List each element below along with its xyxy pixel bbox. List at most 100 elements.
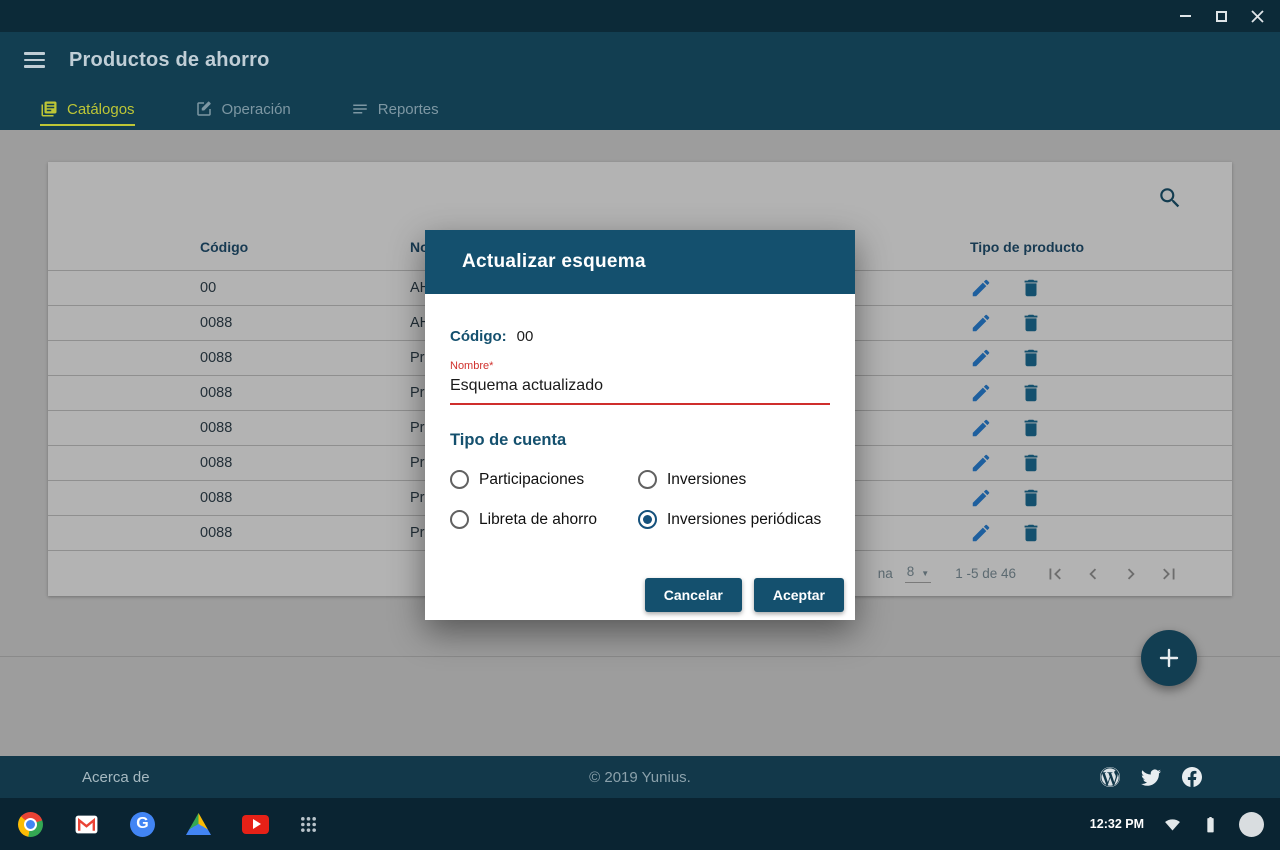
- section-divider: [0, 656, 1280, 657]
- codigo-value: 00: [517, 328, 534, 345]
- header-tipo-producto: Tipo de producto: [970, 239, 1084, 255]
- radio-libreta-de-ahorro[interactable]: Libreta de ahorro: [450, 510, 638, 529]
- radio-icon: [450, 510, 469, 529]
- first-page-icon: [1044, 563, 1066, 585]
- facebook-icon[interactable]: [1182, 767, 1202, 787]
- radio-inversiones-periodicas[interactable]: Inversiones periódicas: [638, 510, 830, 529]
- app-header: Productos de ahorro Catálogos Operación …: [0, 32, 1280, 130]
- drive-icon[interactable]: [186, 813, 211, 835]
- cancel-button[interactable]: Cancelar: [645, 578, 742, 612]
- cell-codigo: 0088: [200, 350, 232, 366]
- delete-button[interactable]: [1020, 522, 1042, 544]
- trash-icon: [1020, 382, 1042, 404]
- first-page-button[interactable]: [1044, 563, 1066, 585]
- last-page-icon: [1158, 563, 1180, 585]
- delete-button[interactable]: [1020, 452, 1042, 474]
- radio-participaciones[interactable]: Participaciones: [450, 470, 638, 489]
- chrome-icon[interactable]: [18, 812, 43, 837]
- radio-inversiones[interactable]: Inversiones: [638, 470, 830, 489]
- page-size-label: na: [878, 566, 893, 581]
- tab-reportes[interactable]: Reportes: [351, 88, 439, 130]
- edit-button[interactable]: [970, 522, 992, 544]
- page-size-select[interactable]: 8 ▼: [905, 564, 931, 583]
- chevron-right-icon: [1120, 563, 1142, 585]
- about-link[interactable]: Acerca de: [82, 769, 150, 786]
- header-codigo: Código: [200, 239, 248, 255]
- edit-icon: [970, 312, 992, 334]
- apps-grid-icon[interactable]: [300, 816, 317, 833]
- cell-codigo: 0088: [200, 385, 232, 401]
- dialog-title: Actualizar esquema: [462, 251, 646, 273]
- cell-codigo: 0088: [200, 420, 232, 436]
- codigo-label: Código:: [450, 328, 507, 345]
- search-button[interactable]: [1156, 184, 1184, 212]
- delete-button[interactable]: [1020, 312, 1042, 334]
- accept-button[interactable]: Aceptar: [754, 578, 844, 612]
- trash-icon: [1020, 277, 1042, 299]
- previous-page-button[interactable]: [1082, 563, 1104, 585]
- close-icon: [1251, 10, 1264, 23]
- twitter-icon[interactable]: [1141, 767, 1161, 787]
- trash-icon: [1020, 417, 1042, 439]
- edit-icon: [970, 382, 992, 404]
- gmail-icon[interactable]: [74, 812, 99, 837]
- delete-button[interactable]: [1020, 382, 1042, 404]
- plus-icon: [1158, 647, 1180, 669]
- cell-codigo: 0088: [200, 315, 232, 331]
- wordpress-icon[interactable]: [1100, 767, 1120, 787]
- radio-icon: [450, 470, 469, 489]
- edit-button[interactable]: [970, 382, 992, 404]
- google-icon[interactable]: G: [130, 812, 155, 837]
- cell-nombre: Pr: [410, 490, 425, 506]
- hamburger-icon: [24, 52, 45, 55]
- youtube-icon[interactable]: [242, 815, 269, 834]
- edit-icon: [970, 347, 992, 369]
- close-button[interactable]: [1244, 3, 1270, 29]
- battery-icon: [1201, 815, 1220, 834]
- cell-nombre: Pr: [410, 455, 425, 471]
- nombre-input[interactable]: [450, 372, 830, 405]
- next-page-button[interactable]: [1120, 563, 1142, 585]
- account-type-options: Participaciones Inversiones Libreta de a…: [450, 470, 830, 529]
- tipo-cuenta-heading: Tipo de cuenta: [450, 431, 830, 450]
- nav-tabs: Catálogos Operación Reportes: [0, 88, 1280, 130]
- edit-icon: [970, 417, 992, 439]
- edit-icon: [970, 452, 992, 474]
- last-page-button[interactable]: [1158, 563, 1180, 585]
- add-scheme-fab[interactable]: [1141, 630, 1197, 686]
- trash-icon: [1020, 522, 1042, 544]
- edit-button[interactable]: [970, 277, 992, 299]
- status-tray[interactable]: 12:32 PM: [1090, 812, 1264, 837]
- minimize-button[interactable]: [1172, 3, 1198, 29]
- clock: 12:32 PM: [1090, 817, 1144, 831]
- wifi-icon: [1163, 815, 1182, 834]
- trash-icon: [1020, 347, 1042, 369]
- tab-operacion[interactable]: Operación: [195, 88, 291, 130]
- radio-icon: [638, 470, 657, 489]
- cell-nombre: Pr: [410, 350, 425, 366]
- delete-button[interactable]: [1020, 347, 1042, 369]
- delete-button[interactable]: [1020, 417, 1042, 439]
- dialog-header: Actualizar esquema: [425, 230, 855, 294]
- tab-catalogos[interactable]: Catálogos: [40, 88, 135, 130]
- cell-nombre: Pr: [410, 385, 425, 401]
- page-size-value: 8: [907, 564, 915, 579]
- footer: Acerca de © 2019 Yunius.: [0, 756, 1280, 798]
- maximize-button[interactable]: [1208, 3, 1234, 29]
- tab-label: Reportes: [378, 101, 439, 118]
- radio-label: Libreta de ahorro: [479, 511, 597, 529]
- radio-label: Inversiones periódicas: [667, 511, 821, 529]
- account-avatar: [1239, 812, 1264, 837]
- edit-button[interactable]: [970, 347, 992, 369]
- edit-button[interactable]: [970, 452, 992, 474]
- page-range: 1 -5 de 46: [955, 566, 1016, 581]
- menu-button[interactable]: [24, 52, 45, 68]
- edit-button[interactable]: [970, 487, 992, 509]
- trash-icon: [1020, 487, 1042, 509]
- edit-button[interactable]: [970, 312, 992, 334]
- cell-nombre: Pr: [410, 420, 425, 436]
- delete-button[interactable]: [1020, 487, 1042, 509]
- edit-button[interactable]: [970, 417, 992, 439]
- catalogs-icon: [40, 100, 58, 118]
- delete-button[interactable]: [1020, 277, 1042, 299]
